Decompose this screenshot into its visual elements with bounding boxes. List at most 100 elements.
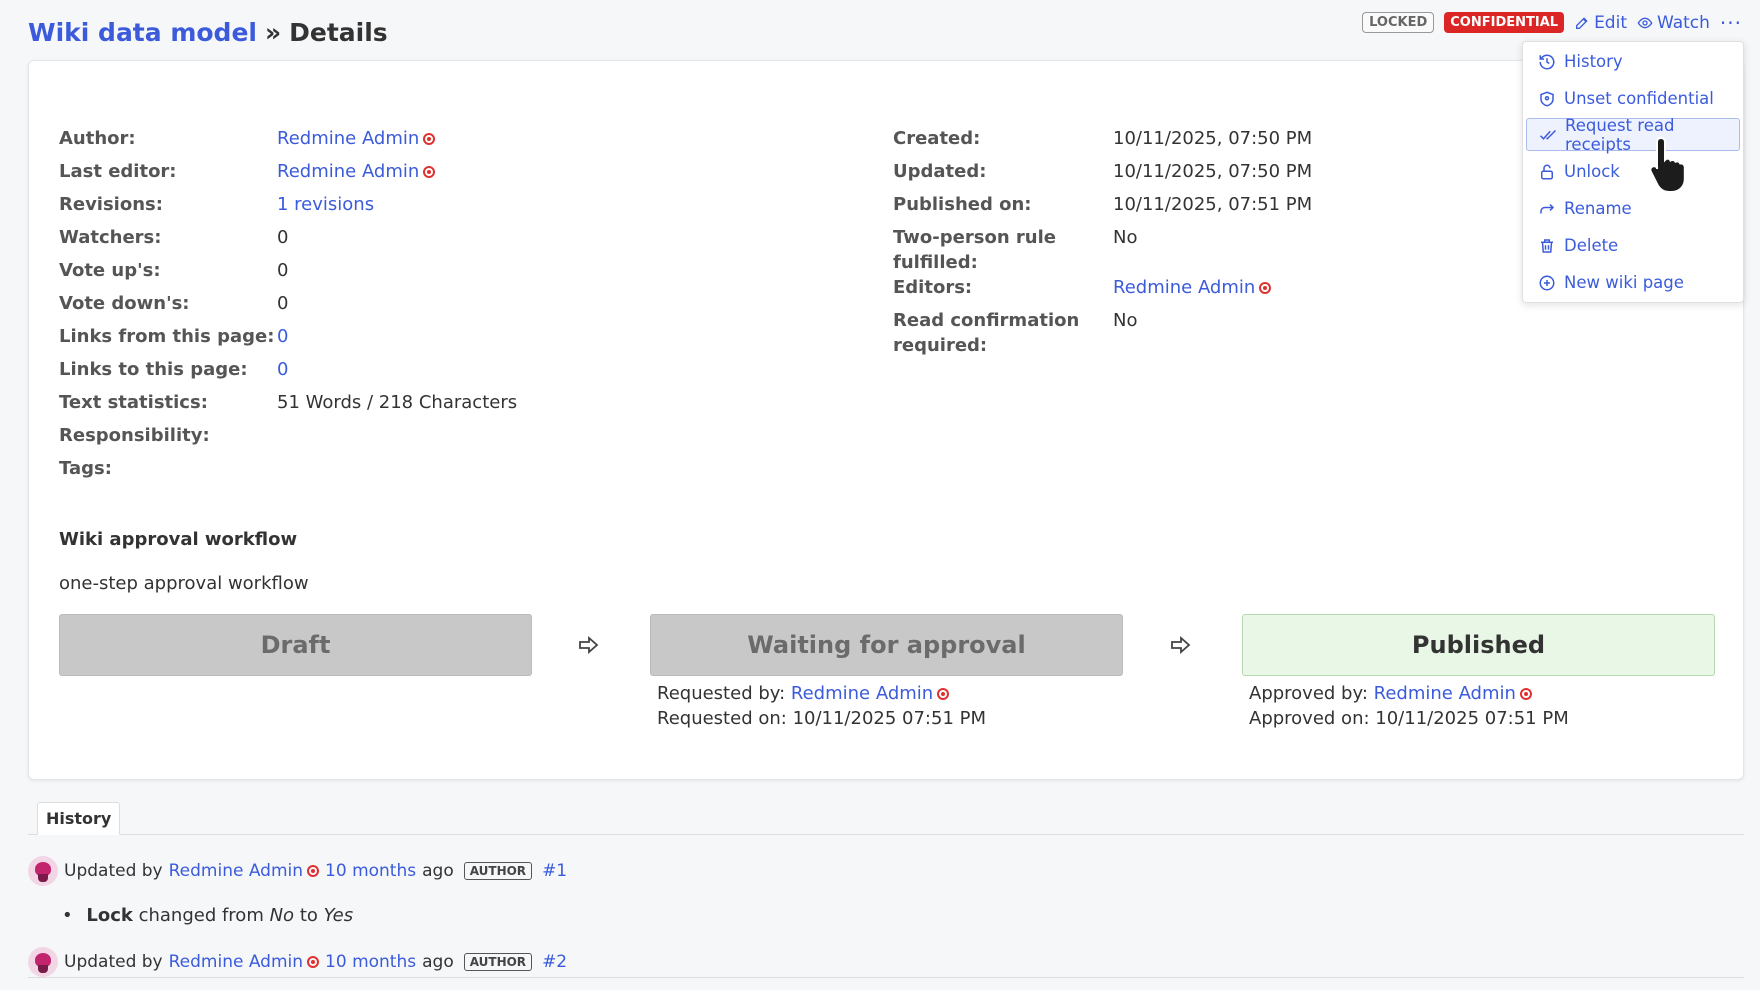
arrow-right-icon [1171, 636, 1191, 654]
change-text: changed from [138, 905, 264, 926]
user-status-icon [1259, 282, 1272, 294]
header-actions: LOCKED CONFIDENTIAL Edit Watch ··· [1362, 12, 1742, 33]
field-label: Published on: [893, 194, 1032, 215]
workflow-step-draft: Draft [59, 614, 532, 676]
edit-label: Edit [1594, 12, 1627, 33]
field-label-line2: required: [893, 335, 988, 356]
history-entry-number[interactable]: #1 [542, 861, 567, 881]
history-entry: Updated by Redmine Admin 10 months ago A… [28, 856, 567, 886]
watch-button[interactable]: Watch [1637, 13, 1710, 33]
page-title-text: Details [289, 17, 388, 47]
workflow-name: one-step approval workflow [59, 573, 309, 594]
user-status-icon [937, 688, 950, 700]
field-label: Links from this page: [59, 326, 275, 347]
rename-arrow-icon [1540, 203, 1555, 213]
page-title: Wiki data model» Details [28, 18, 388, 47]
field-value: No [1113, 310, 1138, 331]
field-label: Last editor: [59, 161, 177, 182]
field-label: Links to this page: [59, 359, 248, 380]
last-editor-user-link[interactable]: Redmine Admin [277, 161, 419, 182]
workflow-step-waiting: Waiting for approval [650, 614, 1123, 676]
history-time-link[interactable]: 10 months [325, 861, 416, 881]
links-to-link[interactable]: 0 [277, 359, 288, 380]
requested-on-value: 10/11/2025 07:51 PM [792, 708, 987, 729]
menu-item-new-wiki-page[interactable]: New wiki page [1526, 266, 1740, 299]
approved-by-label: Approved by: [1249, 683, 1368, 704]
eye-icon [1637, 17, 1653, 28]
hand-cursor-icon [1649, 136, 1686, 193]
more-actions-button[interactable]: ··· [1720, 13, 1742, 33]
shield-icon [1540, 90, 1554, 107]
menu-item-history[interactable]: History [1526, 45, 1740, 78]
approved-on-value: 10/11/2025 07:51 PM [1375, 708, 1569, 729]
plus-circle-icon [1539, 275, 1555, 290]
field-value: 10/11/2025, 07:50 PM [1113, 128, 1313, 149]
field-label: Vote down's: [59, 293, 190, 314]
links-from-link[interactable]: 0 [277, 326, 288, 347]
field-label: Two-person rule [893, 227, 1056, 248]
edit-button[interactable]: Edit [1574, 13, 1627, 33]
history-change-item: Lock changed from No to Yes [62, 905, 353, 926]
editors-user-link[interactable]: Redmine Admin [1113, 277, 1255, 298]
field-value: 0 [277, 293, 289, 314]
field-value: 51 Words / 218 Characters [277, 392, 518, 413]
change-field: Lock [86, 905, 133, 926]
requested-on-label: Requested on: [657, 708, 787, 729]
field-label: Author: [59, 128, 136, 149]
approval-info: Approved by: Redmine Admin Approved on: … [1249, 681, 1569, 731]
locked-badge: LOCKED [1362, 12, 1435, 33]
user-status-icon [307, 865, 320, 877]
history-user-link[interactable]: Redmine Admin [169, 861, 303, 881]
revisions-link[interactable]: 1 revisions [277, 194, 374, 215]
field-label: Revisions: [59, 194, 163, 215]
field-label: Editors: [893, 277, 973, 298]
lock-icon [1541, 164, 1553, 179]
requested-by-label: Requested by: [657, 683, 786, 704]
tab-history[interactable]: History [37, 802, 121, 835]
history-icon [1539, 54, 1555, 69]
history-entry-number[interactable]: #2 [542, 952, 567, 972]
menu-item-label: Delete [1564, 236, 1619, 255]
author-user-link[interactable]: Redmine Admin [277, 128, 419, 149]
role-badge: AUTHOR [463, 862, 533, 880]
field-value: 10/11/2025, 07:51 PM [1113, 194, 1313, 215]
avatar [28, 856, 58, 886]
menu-item-delete[interactable]: Delete [1526, 229, 1740, 262]
field-label: Created: [893, 128, 981, 149]
menu-item-label: Unlock [1564, 162, 1620, 181]
workflow-title: Wiki approval workflow [59, 529, 298, 550]
confidential-badge: CONFIDENTIAL [1444, 12, 1565, 33]
menu-item-request-read-receipts[interactable]: Request read receipts [1526, 116, 1740, 154]
field-label: Vote up's: [59, 260, 161, 281]
field-value: No [1113, 227, 1138, 248]
breadcrumb-link[interactable]: Wiki data model [28, 18, 257, 47]
request-info: Requested by: Redmine Admin Requested on… [657, 681, 986, 731]
history-prefix: Updated by [64, 952, 163, 972]
field-label-line2: fulfilled: [893, 252, 978, 273]
user-status-icon [1519, 688, 1532, 700]
pencil-icon [1576, 16, 1588, 29]
menu-item-rename[interactable]: Rename [1526, 192, 1740, 225]
approved-on-label: Approved on: [1249, 708, 1370, 729]
menu-item-label: Rename [1564, 199, 1632, 218]
requested-by-user-link[interactable]: Redmine Admin [791, 683, 933, 704]
menu-item-label: Unset confidential [1564, 89, 1714, 108]
history-divider [28, 834, 1744, 835]
history-prefix: Updated by [64, 861, 163, 881]
trash-icon [1541, 238, 1553, 253]
details-card: Author: Redmine Admin Last editor: Redmi… [28, 60, 1744, 780]
field-label: Watchers: [59, 227, 162, 248]
history-user-link[interactable]: Redmine Admin [169, 952, 303, 972]
menu-item-unlock[interactable]: Unlock [1526, 155, 1740, 188]
field-label: Responsibility: [59, 425, 210, 446]
field-label: Updated: [893, 161, 987, 182]
change-from: No [269, 905, 295, 926]
history-entry: Updated by Redmine Admin 10 months ago A… [28, 947, 567, 977]
avatar [28, 947, 58, 977]
approved-by-user-link[interactable]: Redmine Admin [1374, 683, 1516, 704]
change-to: Yes [323, 905, 354, 926]
menu-item-unset-confidential[interactable]: Unset confidential [1526, 82, 1740, 115]
history-time-link[interactable]: 10 months [325, 952, 416, 972]
field-label: Text statistics: [59, 392, 208, 413]
actions-dropdown-menu: History Unset confidential Request read … [1522, 41, 1744, 303]
